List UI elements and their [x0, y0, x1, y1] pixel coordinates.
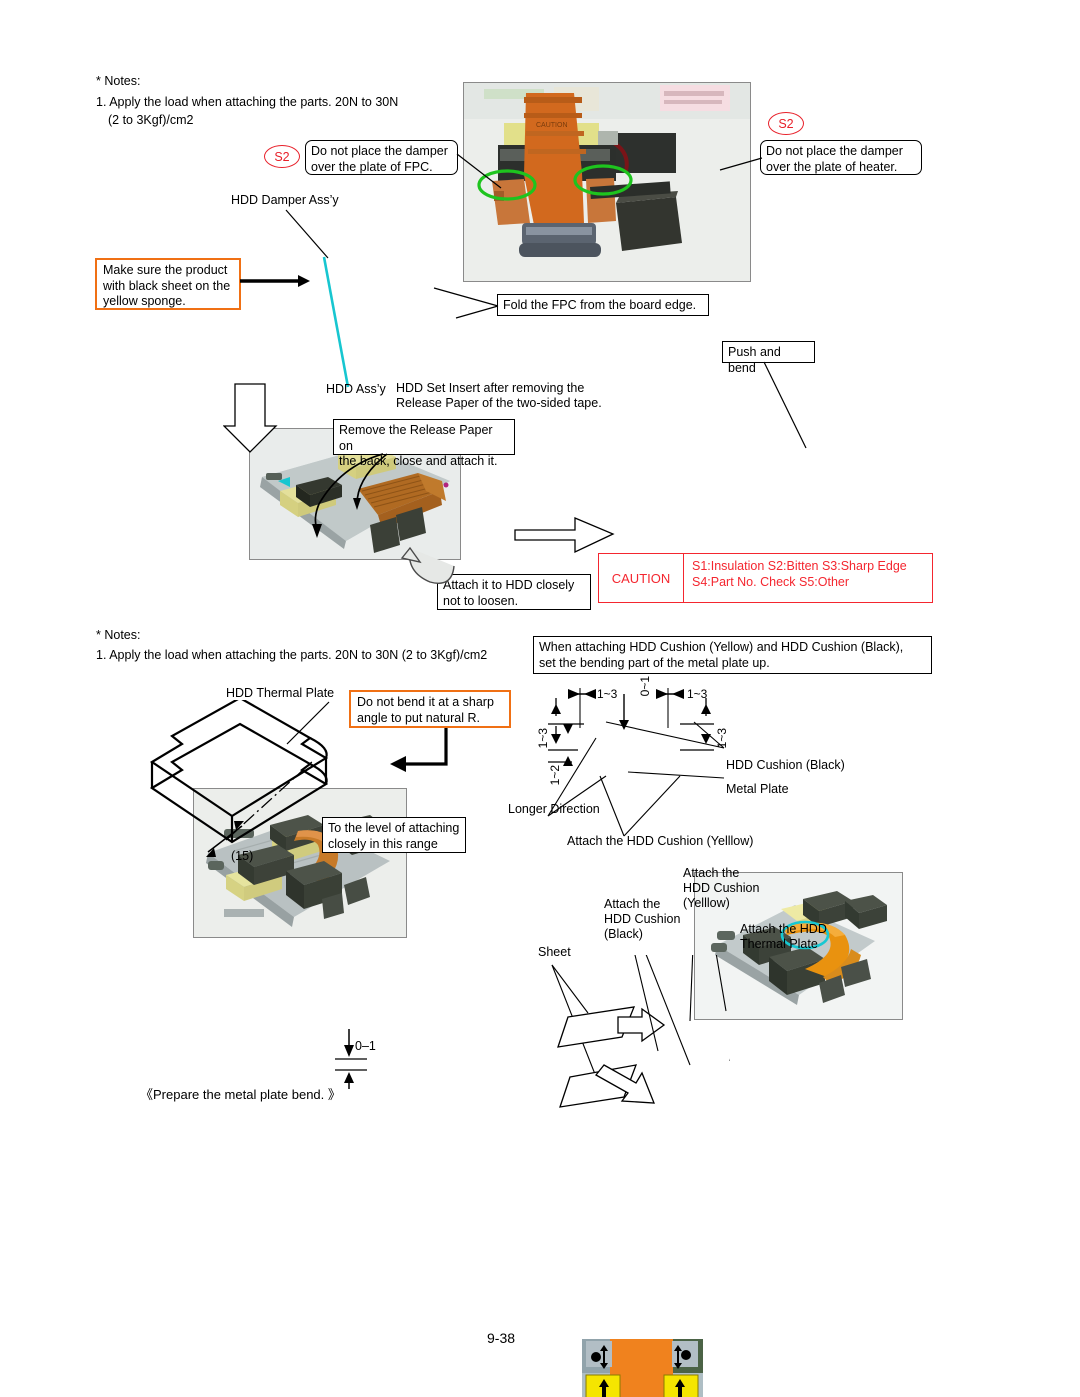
callout-level-attach: To the level of attaching closely in thi…: [322, 817, 466, 853]
dim-right: 1~3: [715, 728, 729, 749]
label-attach-cushion-black: Attach the HDD Cushion (Black): [604, 897, 681, 941]
label-hdd-damper-assy: HDD Damper Ass’y: [231, 193, 339, 207]
callout-black-sheet: Make sure the product with black sheet o…: [95, 258, 241, 310]
label-attach-thermal-plate: Attach the HDD Thermal Plate: [740, 922, 827, 951]
label-longer-direction: Longer Direction: [508, 802, 600, 816]
leader-thermal-plate: [286, 701, 330, 745]
top-notes-title: * Notes:: [96, 74, 141, 88]
caution-text: S1:Insulation S2:Bitten S3:Sharp Edge S4…: [692, 559, 907, 589]
callout-cushion-bending: When attaching HDD Cushion (Yellow) and …: [533, 636, 932, 674]
label-hdd-assy: HDD Ass’y: [326, 382, 386, 396]
dim-0-1-arrows: [335, 1029, 367, 1089]
bottom-notes-title: * Notes:: [96, 628, 141, 642]
arrow-black-sheet: [240, 275, 310, 287]
leader-push-bend: [763, 361, 807, 449]
flow-arrow-right: [514, 517, 615, 554]
label-attach-cushion-yellow2: Attach the HDD Cushion (Yelllow): [683, 866, 760, 910]
dim-left-upper: 1~3: [536, 728, 550, 749]
label-attach-cushion-yellow: Attach the HDD Cushion (Yelllow): [567, 834, 754, 848]
text-hdd-set-insert: HDD Set Insert after removing the Releas…: [396, 381, 602, 410]
s2-marker-heater: S2: [768, 112, 804, 135]
leader-fpc: [456, 153, 502, 189]
diagram-cushion-placement: [580, 1337, 705, 1397]
photo-damper-heater: CAUTION: [463, 82, 751, 282]
caution-box: CAUTION S1:Insulation S2:Bitten S3:Sharp…: [598, 553, 933, 603]
svg-text:CAUTION: CAUTION: [536, 122, 568, 129]
leader-release-paper: [312, 453, 388, 538]
callout-no-sharp-bend: Do not bend it at a sharp angle to put n…: [349, 690, 511, 728]
callout-damper-fpc: Do not place the damper over the plate o…: [305, 140, 458, 175]
flow-arrow-down: [223, 383, 278, 453]
callout-release-paper: Remove the Release Paper on the back, cl…: [333, 419, 515, 468]
dim-15: (15): [231, 849, 254, 863]
label-metal-plate: Metal Plate: [726, 782, 789, 796]
callout-damper-heater: Do not place the damper over the plate o…: [760, 140, 922, 175]
dim-left-lower: 1~2: [548, 765, 562, 786]
page-number: 9-38: [487, 1330, 516, 1346]
caution-label: CAUTION: [599, 554, 684, 602]
dim-top-center: 0~1: [638, 676, 652, 697]
top-notes-line2: (2 to 3Kgf)/cm2: [108, 113, 194, 127]
leader-fold-fpc: [433, 287, 499, 319]
label-hdd-thermal-plate: HDD Thermal Plate: [226, 686, 335, 700]
top-notes-line1: 1. Apply the load when attaching the par…: [96, 95, 399, 109]
diagram-sheet-inserts: [551, 955, 730, 1108]
bottom-notes-line1: 1. Apply the load when attaching the par…: [96, 648, 488, 662]
curved-arrow-attach: [400, 546, 455, 584]
leader-heater: [719, 157, 763, 171]
arrow-no-sharp-bend: [390, 728, 448, 772]
s2-marker-fpc: S2: [264, 145, 300, 168]
dim-0-1-label: 0–1: [355, 1039, 376, 1053]
dim-top-left: 1~3: [597, 687, 618, 701]
dim-top-right: 1~3: [687, 687, 708, 701]
callout-fold-fpc: Fold the FPC from the board edge.: [497, 294, 709, 316]
callout-attach-hdd: Attach it to HDD closely not to loosen.: [437, 574, 591, 610]
caption-metal-plate-bend: 《Prepare the metal plate bend. 》: [140, 1087, 341, 1102]
manual-page: * Notes: 1. Apply the load when attachin…: [0, 0, 1080, 1397]
label-hdd-cushion-black: HDD Cushion (Black): [726, 758, 845, 772]
